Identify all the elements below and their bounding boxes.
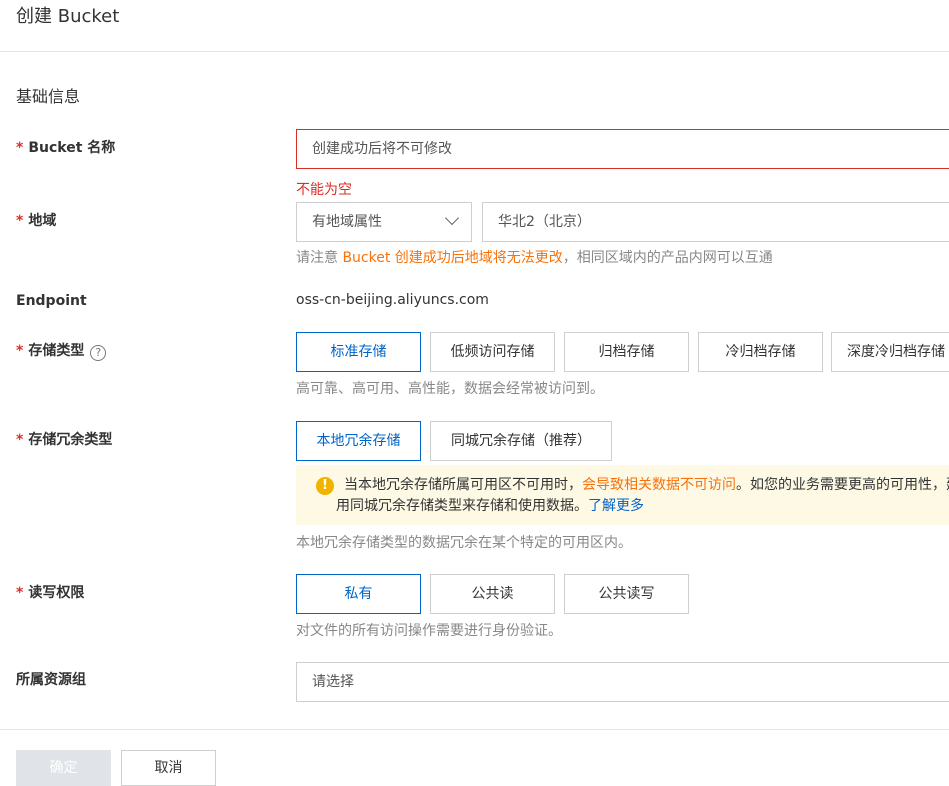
redundancy-label-text: 存储冗余类型 — [28, 432, 113, 448]
acl-option-public-read-write[interactable]: 公共读写 — [564, 574, 689, 614]
redundancy-hint: 本地冗余存储类型的数据冗余在某个特定的可用区内。 — [296, 535, 632, 551]
resource-group-label: 所属资源组 — [16, 672, 86, 688]
redundancy-label: * 存储冗余类型 — [16, 430, 112, 450]
bucket-name-placeholder: 创建成功后将不可修改 — [312, 141, 452, 157]
help-icon[interactable]: ? — [90, 345, 107, 361]
required-mark: * — [16, 343, 24, 359]
acl-hint: 对文件的所有访问操作需要进行身份验证。 — [296, 623, 562, 639]
region-type-value: 有地域属性 — [312, 214, 382, 230]
resource-group-select[interactable]: 请选择 — [296, 662, 949, 702]
region-hint-warning: Bucket 创建成功后地域将无法更改 — [342, 250, 563, 266]
storage-class-label: * 存储类型? — [16, 341, 107, 361]
region-hint-prefix: 请注意 — [296, 250, 343, 266]
storage-class-option-cold-archive[interactable]: 冷归档存储 — [698, 332, 823, 372]
endpoint-value: oss-cn-beijing.aliyuncs.com — [296, 292, 489, 308]
storage-class-option-archive[interactable]: 归档存储 — [564, 332, 689, 372]
chevron-down-icon — [444, 210, 460, 226]
region-label-text: 地域 — [28, 213, 57, 229]
endpoint-label: Endpoint — [16, 293, 87, 309]
alert-warning-text: 会导致相关数据不可访问 — [582, 477, 736, 493]
alert-line-1: 当本地冗余存储所属可用区不可用时，会导致相关数据不可访问。如您的业务需要更高的可… — [344, 475, 949, 496]
bucket-name-error: 不能为空 — [296, 182, 352, 198]
redundancy-option-lrs[interactable]: 本地冗余存储 — [296, 421, 421, 461]
region-hint: 请注意 Bucket 创建成功后地域将无法更改，相同区域内的产品内网可以互通 — [296, 249, 773, 267]
redundancy-option-zrs[interactable]: 同城冗余存储（推荐） — [430, 421, 612, 461]
cancel-button[interactable]: 取消 — [121, 750, 216, 786]
bucket-name-input[interactable]: 创建成功后将不可修改 — [296, 129, 949, 169]
region-value: 华北2（北京） — [498, 214, 591, 230]
warning-icon: ! — [316, 477, 334, 495]
required-mark: * — [16, 432, 24, 448]
alert-line-2: 用同城冗余存储类型来存储和使用数据。了解更多 — [336, 496, 949, 517]
storage-class-hint: 高可靠、高可用、高性能，数据会经常被访问到。 — [296, 381, 604, 397]
region-hint-suffix: ，相同区域内的产品内网可以互通 — [562, 250, 773, 266]
required-mark: * — [16, 585, 24, 601]
acl-label-text: 读写权限 — [28, 585, 85, 601]
section-title: 基础信息 — [16, 87, 81, 106]
footer-divider — [0, 729, 949, 730]
required-mark: * — [16, 140, 24, 156]
region-label: * 地域 — [16, 211, 56, 231]
resource-group-placeholder: 请选择 — [312, 674, 354, 690]
page-title: 创建 Bucket — [16, 6, 120, 27]
acl-option-private[interactable]: 私有 — [296, 574, 421, 614]
learn-more-link[interactable]: 了解更多 — [588, 498, 644, 514]
acl-option-public-read[interactable]: 公共读 — [430, 574, 555, 614]
alert-text-3: 用同城冗余存储类型来存储和使用数据。 — [336, 498, 588, 514]
header-divider — [0, 51, 949, 52]
alert-text-1: 当本地冗余存储所属可用区不可用时， — [344, 477, 582, 493]
storage-class-option-deep-cold-archive[interactable]: 深度冷归档存储 — [831, 332, 949, 372]
required-mark: * — [16, 213, 24, 229]
storage-class-option-ia[interactable]: 低频访问存储 — [430, 332, 555, 372]
storage-class-option-standard[interactable]: 标准存储 — [296, 332, 421, 372]
ok-button[interactable]: 确定 — [16, 750, 111, 786]
alert-text-2: 。如您的业务需要更高的可用性，建议使 — [736, 477, 949, 493]
bucket-name-label: * Bucket 名称 — [16, 138, 115, 158]
redundancy-alert: ! 当本地冗余存储所属可用区不可用时，会导致相关数据不可访问。如您的业务需要更高… — [296, 465, 949, 525]
region-select[interactable]: 华北2（北京） — [482, 202, 949, 242]
acl-label: * 读写权限 — [16, 583, 84, 603]
bucket-name-label-text: Bucket 名称 — [28, 140, 116, 156]
region-type-select[interactable]: 有地域属性 — [296, 202, 472, 242]
storage-class-label-text: 存储类型 — [28, 343, 85, 359]
